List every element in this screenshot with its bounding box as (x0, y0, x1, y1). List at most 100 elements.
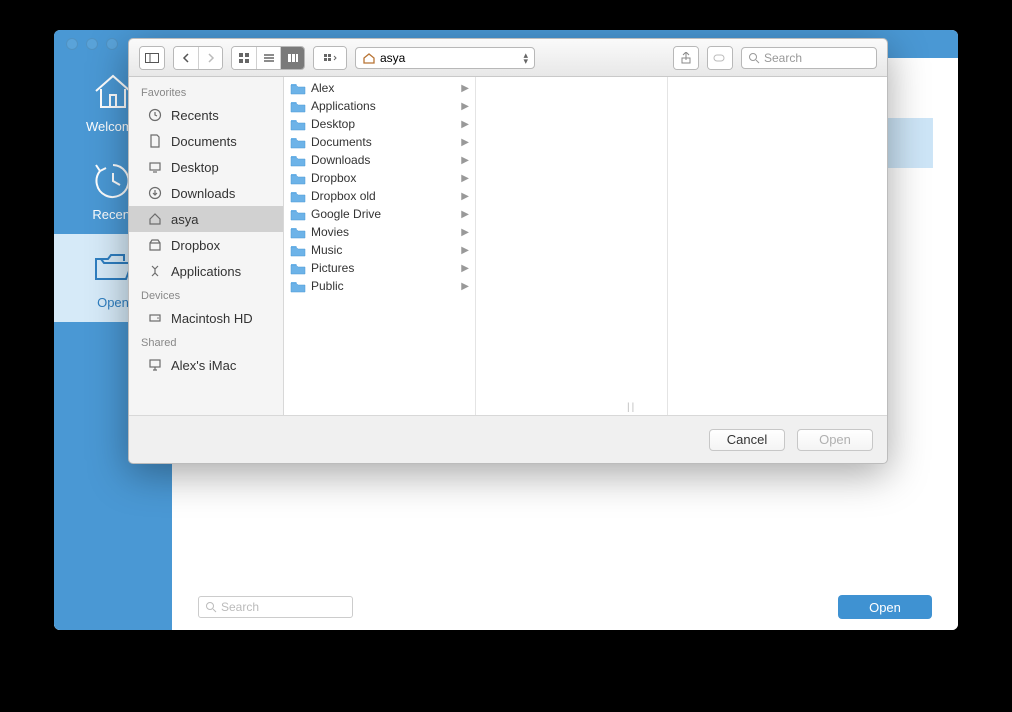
sidebar-section-favorites: Favorites (129, 81, 283, 102)
search-icon (205, 601, 217, 613)
folder-icon (290, 82, 306, 95)
folder-label: Public (311, 279, 344, 293)
chevron-right-icon: ▶ (461, 83, 469, 94)
nav-buttons (173, 46, 223, 70)
sidebar-tab-label: Open (97, 295, 129, 310)
folder-icon (290, 136, 306, 149)
sidebar-section-shared: Shared (129, 331, 283, 352)
folder-row-downloads[interactable]: Downloads ▶ (284, 151, 475, 169)
sidebar-item-label: Alex's iMac (171, 358, 236, 373)
finder-sidebar: Favorites Recents Documents Desktop Downloa… (129, 77, 284, 415)
sidebar-item-dropbox[interactable]: Dropbox (129, 232, 283, 258)
folder-label: Documents (311, 135, 372, 149)
sidebar-item-applications[interactable]: Applications (129, 258, 283, 284)
folder-label: Movies (311, 225, 349, 239)
dialog-toolbar: asya ▴▾ Search (129, 39, 887, 77)
sidebar-item-label: Recents (171, 108, 219, 123)
path-label: asya (380, 51, 405, 65)
folder-icon (290, 244, 306, 257)
monitor-icon (147, 358, 163, 372)
chevron-right-icon: ▶ (461, 245, 469, 256)
share-icon (674, 47, 698, 69)
doc-icon (147, 134, 163, 148)
chevron-right-icon: ▶ (461, 101, 469, 112)
chevron-right-icon: ▶ (461, 191, 469, 202)
sidebar-section-devices: Devices (129, 284, 283, 305)
folder-label: Pictures (311, 261, 354, 275)
share-button[interactable] (673, 46, 699, 70)
sidebar-item-label: Macintosh HD (171, 311, 253, 326)
folder-row-public[interactable]: Public▶ (284, 277, 475, 295)
folder-label: Music (311, 243, 342, 257)
folder-label: Applications (311, 99, 376, 113)
folder-row-applications[interactable]: Applications ▶ (284, 97, 475, 115)
folder-icon (290, 208, 306, 221)
chevron-right-icon: ▶ (461, 119, 469, 130)
sidebar-item-documents[interactable]: Documents (129, 128, 283, 154)
folder-row-dropbox-old[interactable]: Dropbox old▶ (284, 187, 475, 205)
folder-icon (290, 262, 306, 275)
columns-icon (287, 53, 299, 63)
sidebar-item-downloads[interactable]: Downloads (129, 180, 283, 206)
home-icon (362, 52, 376, 64)
sidebar-item-asya[interactable]: asya (129, 206, 283, 232)
folder-label: Alex (311, 81, 334, 95)
view-list-button[interactable] (256, 47, 280, 69)
sidebar-item-label: Applications (171, 264, 241, 279)
sidebar-item-label: Dropbox (171, 238, 220, 253)
download-icon (147, 186, 163, 200)
dialog-body: Favorites Recents Documents Desktop Downloa… (129, 77, 887, 415)
folder-row-movies[interactable]: Movies▶ (284, 223, 475, 241)
folder-row-desktop[interactable]: Desktop ▶ (284, 115, 475, 133)
folder-row-google-drive[interactable]: Google Drive▶ (284, 205, 475, 223)
view-icons-button[interactable] (232, 47, 256, 69)
sidebar-item-label: Documents (171, 134, 237, 149)
sidebar-item-recents[interactable]: Recents (129, 102, 283, 128)
view-columns-button[interactable] (280, 47, 304, 69)
open-button[interactable]: Open (797, 429, 873, 451)
folder-label: Downloads (311, 153, 370, 167)
sidebar-item-desktop[interactable]: Desktop (129, 154, 283, 180)
folder-row-documents[interactable]: Documents ▶ (284, 133, 475, 151)
folder-row-dropbox[interactable]: Dropbox▶ (284, 169, 475, 187)
nav-forward-button[interactable] (198, 47, 222, 69)
sidebar-item-alex-s-imac[interactable]: Alex's iMac (129, 352, 283, 378)
nav-back-button[interactable] (174, 47, 198, 69)
main-search-input[interactable]: Search (198, 596, 353, 618)
cancel-button[interactable]: Cancel (709, 429, 785, 451)
column-view: Alex▶Applications▶Desktop▶Documents▶Down… (284, 77, 887, 415)
search-icon (748, 52, 760, 64)
resize-handle[interactable]: || (627, 402, 636, 413)
chevron-right-icon: ▶ (461, 173, 469, 184)
path-dropdown[interactable]: asya ▴▾ (355, 47, 535, 69)
chevron-left-icon (182, 53, 190, 63)
folder-row-alex[interactable]: Alex ▶ (284, 79, 475, 97)
dialog-search-input[interactable]: Search (741, 47, 877, 69)
folder-icon (290, 280, 306, 293)
sidebar-item-macintosh-hd[interactable]: Macintosh HD (129, 305, 283, 331)
group-dropdown[interactable] (313, 46, 347, 70)
chevron-right-icon (207, 53, 215, 63)
folder-row-pictures[interactable]: Pictures▶ (284, 259, 475, 277)
list-icon (263, 53, 275, 63)
folder-icon (290, 118, 306, 131)
folder-icon (290, 172, 306, 185)
dialog-search-placeholder: Search (764, 51, 802, 65)
chevron-right-icon: ▶ (461, 137, 469, 148)
box-icon (147, 238, 163, 252)
file-column-1[interactable]: Alex▶Applications▶Desktop▶Documents▶Down… (284, 77, 476, 415)
chevron-right-icon: ▶ (461, 155, 469, 166)
folder-icon (290, 190, 306, 203)
file-open-dialog: asya ▴▾ Search Favorites Recents Document… (128, 38, 888, 464)
sidebar-toggle[interactable] (139, 46, 165, 70)
sidebar-toggle-icon (140, 47, 164, 69)
tag-button[interactable] (707, 46, 733, 70)
dialog-footer: Cancel Open (129, 415, 887, 463)
sidebar-item-label: Desktop (171, 160, 219, 175)
folder-label: Desktop (311, 117, 355, 131)
folder-row-music[interactable]: Music ▶ (284, 241, 475, 259)
file-column-3[interactable] (668, 77, 887, 415)
clock-icon (147, 108, 163, 122)
file-column-2[interactable] (476, 77, 668, 415)
main-open-button[interactable]: Open (838, 595, 932, 619)
